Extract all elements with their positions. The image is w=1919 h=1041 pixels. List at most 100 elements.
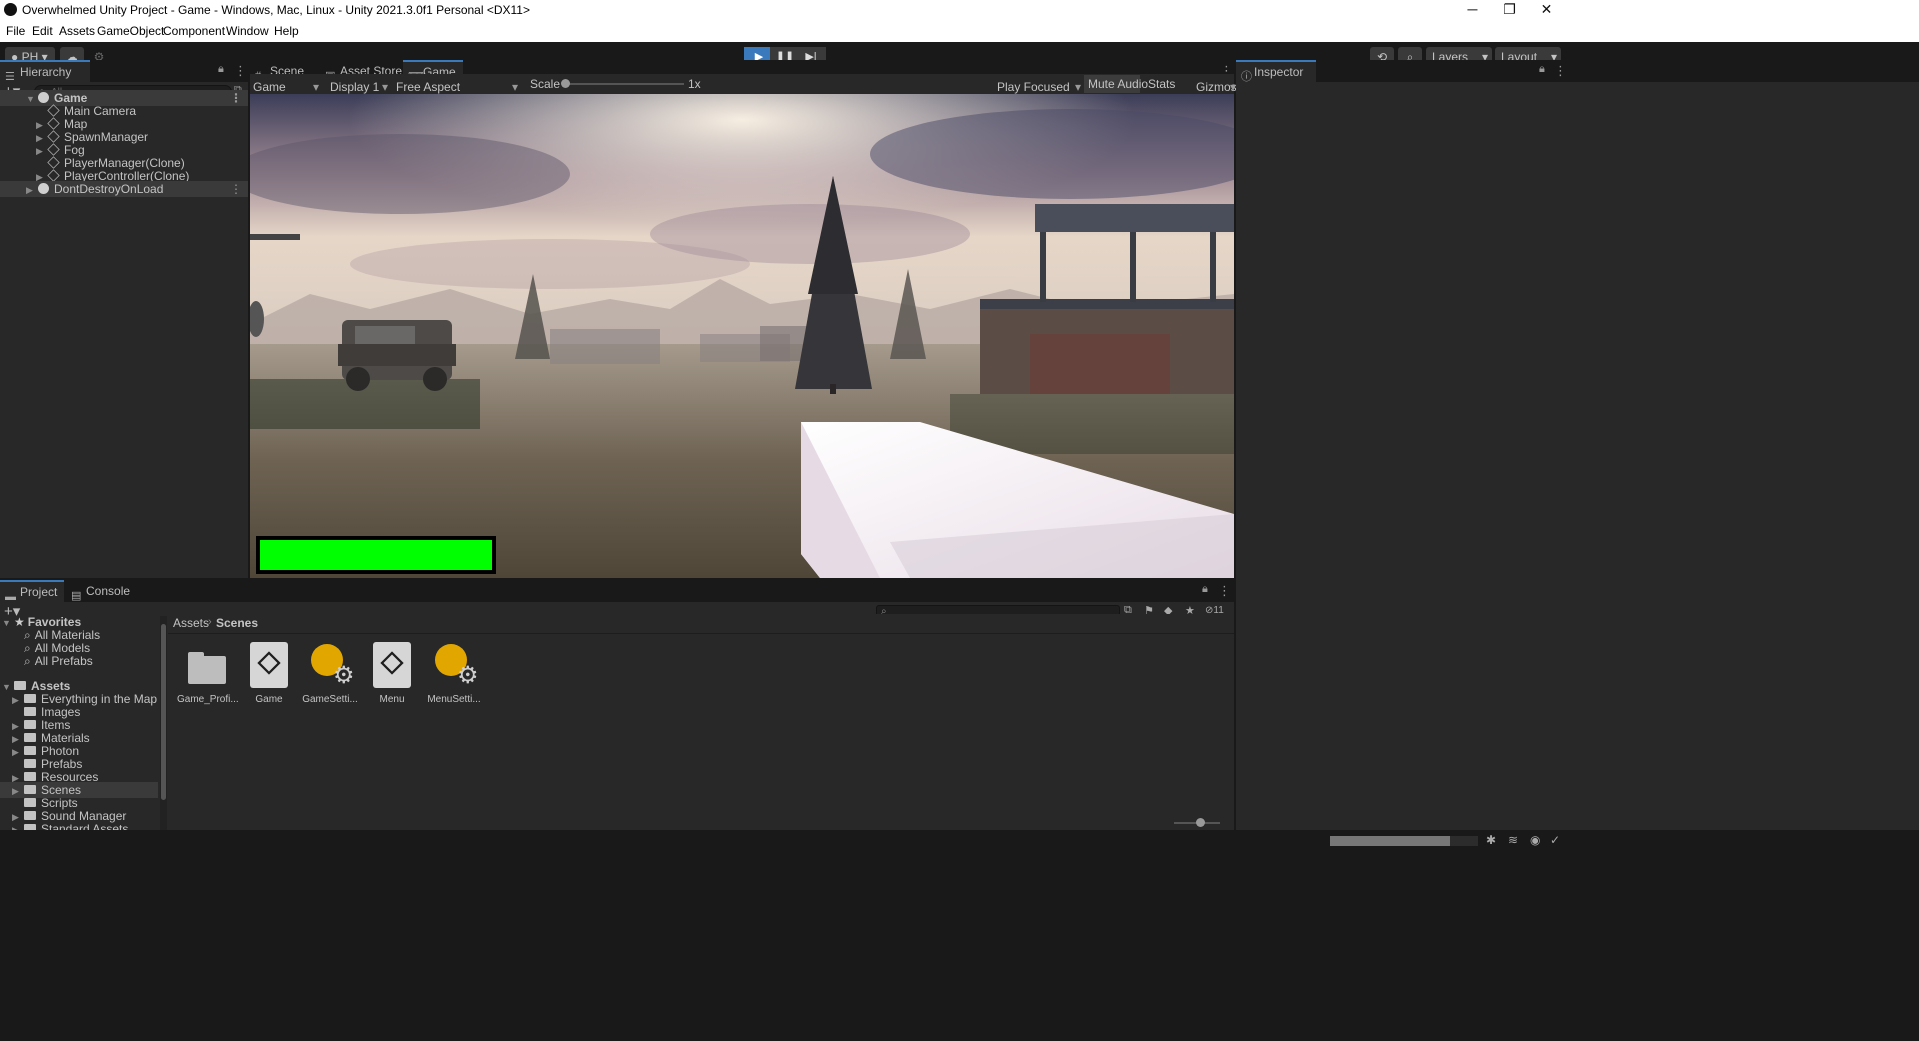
window-title: Overwhelmed Unity Project - Game - Windo… (22, 3, 530, 17)
asset-item[interactable]: ⚙ GameSetti... (300, 640, 360, 705)
hierarchy-item[interactable]: ▶ DontDestroyOnLoad ⋮ (0, 181, 248, 197)
more-icon[interactable]: ⋮ (230, 181, 242, 197)
unity-scene-icon (38, 183, 49, 194)
item-label: All Prefabs (34, 654, 93, 668)
search-icon: ⌕ (24, 654, 31, 668)
more-icon[interactable]: ⋮ (1554, 63, 1567, 79)
display-label: Display 1 (330, 80, 380, 94)
lock-icon[interactable]: 🔒︎ (1539, 63, 1545, 76)
tree-scrollbar-thumb[interactable] (161, 624, 166, 800)
tab-label: Console (86, 584, 131, 598)
stats-toggle[interactable]: Stats (1148, 77, 1175, 91)
tab-inspector[interactable]: ⓘ Inspector (1236, 60, 1316, 83)
tab-label: Inspector (1254, 65, 1304, 79)
icon-size-slider-handle[interactable] (1196, 818, 1205, 827)
menu-assets[interactable]: Assets (59, 24, 95, 38)
lock-icon[interactable]: 🔒︎ (1202, 583, 1208, 596)
gameobject-icon (47, 130, 60, 143)
menu-edit[interactable]: Edit (32, 24, 53, 38)
title-bar: Overwhelmed Unity Project - Game - Windo… (0, 0, 1919, 20)
item-label: DontDestroyOnLoad (54, 182, 164, 196)
view-label: Game (253, 80, 286, 94)
folder-icon (14, 681, 26, 690)
status-bar: ✱ ≋ ◉ ✓ (0, 830, 1919, 851)
mute-audio-label: Mute Audio (1088, 77, 1149, 91)
workspace-background (0, 851, 1919, 1041)
asset-item[interactable]: Menu (362, 640, 422, 705)
asset-item[interactable]: Game_Profi... (177, 640, 239, 705)
debug-icon[interactable]: ✱ (1486, 833, 1496, 847)
lighting-settings-icon: ⚙ (309, 640, 355, 690)
chevron-down-icon: ▾ (382, 80, 389, 94)
folder-icon (24, 785, 36, 794)
project-tree: ▼ ★ Favorites ⌕ All Materials ⌕ All Models ⌕… (0, 614, 160, 830)
chevron-down-icon: ▾ (313, 80, 320, 94)
inspector-panel: ⓘ Inspector 🔒︎ ⋮ (1236, 60, 1919, 830)
asset-label: Game_Profi... (177, 694, 239, 705)
menu-bar: File Edit Assets GameObject Component Wi… (0, 20, 1919, 42)
check-icon[interactable]: ✓ (1550, 833, 1560, 847)
folder-icon (24, 772, 36, 781)
folder-icon (24, 811, 36, 820)
folder-icon (186, 640, 228, 690)
lighting-settings-icon: ⚙ (433, 640, 479, 690)
scale-slider-track[interactable] (566, 83, 684, 85)
gameobject-icon (47, 156, 60, 169)
tab-project[interactable]: ▬ Project (0, 580, 64, 603)
chevron-down-icon: ▾ (1075, 80, 1082, 94)
asset-label: MenuSetti... (427, 694, 481, 705)
folder-icon (24, 746, 36, 755)
health-bar-fill (260, 540, 492, 570)
tab-hierarchy[interactable]: ☰ Hierarchy (0, 60, 90, 83)
more-icon[interactable]: ⋮ (230, 90, 242, 106)
inspector-tabbar: ⓘ Inspector 🔒︎ ⋮ (1236, 60, 1919, 83)
network-icon[interactable]: ◉ (1530, 833, 1540, 847)
scale-slider-handle[interactable] (561, 79, 570, 88)
unity-logo-icon (4, 3, 17, 16)
breadcrumb-scenes[interactable]: Scenes (216, 616, 258, 630)
progress-bar-fill (1330, 836, 1450, 846)
breadcrumb-assets[interactable]: Assets (173, 616, 209, 630)
folder-icon (24, 694, 36, 703)
chevron-down-icon: ▾ (512, 80, 519, 94)
aspect-label: Free Aspect (396, 80, 461, 94)
hierarchy-tabbar: ☰ Hierarchy 🔒︎ ⋮ (0, 60, 248, 83)
menu-help[interactable]: Help (274, 24, 299, 38)
more-icon[interactable]: ⋮ (1218, 583, 1231, 599)
item-label: Standard Assets (41, 822, 129, 830)
favorite-item[interactable]: ⌕ All Prefabs (0, 653, 93, 669)
menu-window[interactable]: Window (226, 24, 269, 38)
asset-label: GameSetti... (302, 694, 358, 705)
tree-scrollbar[interactable] (160, 616, 167, 830)
gameobject-icon (47, 104, 60, 117)
expand-arrow-icon[interactable]: ▶ (12, 822, 24, 830)
folder-icon (24, 759, 36, 768)
folder-icon (24, 733, 36, 742)
project-tabbar: ▬ Project ▤ Console 🔒︎ ⋮ (0, 580, 1234, 603)
folder-icon (24, 798, 36, 807)
folder-icon (24, 720, 36, 729)
tab-label: Hierarchy (20, 65, 72, 79)
unity-scene-icon (371, 640, 413, 690)
scale-value: 1x (688, 77, 701, 91)
cache-icon[interactable]: ≋ (1508, 833, 1518, 847)
gameobject-icon (47, 117, 60, 130)
progress-bar (1330, 836, 1478, 846)
close-button[interactable]: ✕ (1524, 0, 1569, 20)
unity-scene-icon (248, 640, 290, 690)
more-icon[interactable]: ⋮ (234, 63, 247, 79)
folder-item[interactable]: ▶ Standard Assets (0, 821, 128, 830)
asset-item[interactable]: Game (239, 640, 299, 705)
expand-arrow-icon[interactable]: ▶ (26, 182, 38, 198)
asset-item[interactable]: ⚙ MenuSetti... (424, 640, 484, 705)
game-view[interactable] (250, 94, 1234, 578)
breadcrumb-separator-icon: › (208, 616, 212, 628)
lock-icon[interactable]: 🔒︎ (218, 63, 224, 76)
gameobject-icon (47, 169, 60, 182)
breadcrumb: Assets › Scenes (168, 614, 1234, 634)
menu-file[interactable]: File (6, 24, 25, 38)
health-bar-frame (256, 536, 496, 574)
menu-component[interactable]: Component (163, 24, 225, 38)
tab-console[interactable]: ▤ Console (66, 580, 136, 602)
menu-gameobject[interactable]: GameObject (97, 24, 164, 38)
